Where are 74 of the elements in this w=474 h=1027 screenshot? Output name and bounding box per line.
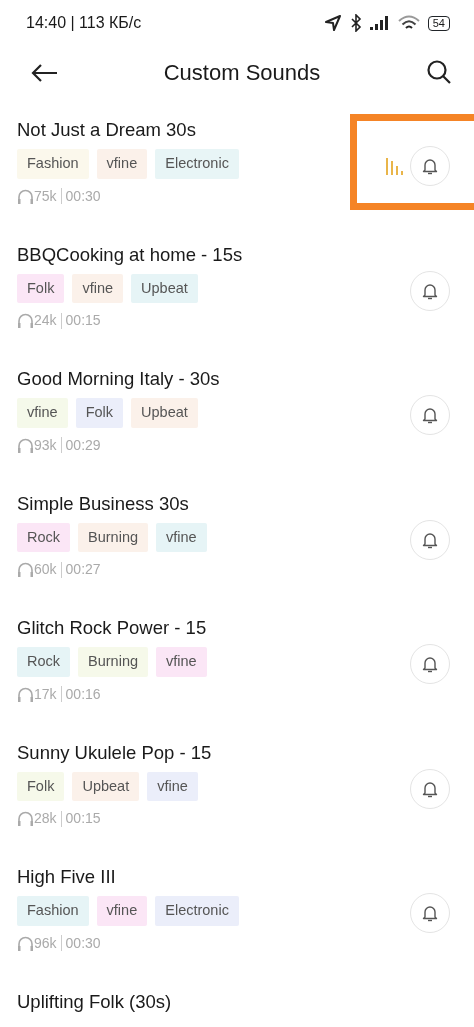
- tag-label: vfine: [72, 273, 124, 304]
- ringtone-button[interactable]: [410, 519, 450, 560]
- sound-title[interactable]: Good Morning Italy - 30s: [17, 367, 410, 391]
- wifi-icon: [397, 15, 420, 31]
- back-icon: [30, 62, 58, 83]
- bell-icon: [422, 406, 438, 424]
- tag-label: Rock: [17, 647, 71, 677]
- bluetooth-icon: [349, 14, 362, 32]
- tag-label: vfine: [17, 398, 68, 428]
- tag-label: Upbeat: [131, 398, 198, 428]
- ringtone-button[interactable]: [410, 644, 450, 684]
- tag-label: Upbeat: [72, 771, 140, 802]
- headphones-icon: [17, 811, 34, 827]
- ringtone-button[interactable]: [410, 768, 450, 809]
- duration: 00:15: [65, 809, 101, 829]
- sound-title[interactable]: Sunny Ukulele Pop - 15: [17, 740, 410, 765]
- sound-title[interactable]: Not Just a Dream 30s: [17, 118, 386, 142]
- tag-label: Fashion: [17, 896, 89, 926]
- bell-icon: [422, 779, 438, 798]
- sound-title[interactable]: Simple Business 30s: [17, 491, 410, 516]
- ringtone-button[interactable]: [410, 146, 450, 186]
- tag-label: Upbeat: [131, 273, 198, 304]
- headphones-icon: [17, 562, 34, 578]
- tag-label: Folk: [17, 273, 65, 304]
- duration: 00:30: [65, 933, 101, 953]
- ringtone-button[interactable]: [410, 395, 450, 435]
- sound-title[interactable]: High Five III: [17, 865, 410, 889]
- play-count: 75k: [34, 186, 57, 206]
- signal-icon: [369, 16, 390, 30]
- tag-label: Folk: [75, 398, 124, 428]
- tag-label: Folk: [17, 771, 65, 802]
- ringtone-button[interactable]: [410, 270, 450, 311]
- tag-label: vfine: [96, 896, 148, 926]
- duration: 00:29: [65, 435, 101, 455]
- headphones-icon: [17, 313, 34, 329]
- search-button[interactable]: [426, 59, 452, 85]
- search-icon: [426, 59, 452, 85]
- tag-label: vfine: [156, 522, 207, 553]
- bell-icon: [422, 904, 438, 922]
- screen-title: Custom Sounds: [163, 58, 321, 87]
- location-icon: [323, 14, 342, 32]
- tag-label: Burning: [78, 522, 149, 553]
- tag-label: Fashion: [17, 149, 89, 179]
- duration: 00:16: [65, 684, 101, 704]
- bell-icon: [422, 655, 438, 673]
- play-count: 17k: [34, 684, 57, 704]
- tag-label: vfine: [96, 149, 148, 179]
- duration: 00:27: [65, 560, 101, 580]
- sound-title[interactable]: Glitch Rock Power - 15: [17, 616, 410, 640]
- tag-label: Burning: [78, 647, 149, 677]
- headphones-icon: [17, 935, 34, 951]
- sound-title[interactable]: BBQCooking at home - 15s: [17, 242, 410, 267]
- duration: 00:30: [65, 186, 101, 206]
- tag-label: Rock: [17, 522, 71, 553]
- ringtone-button[interactable]: [410, 893, 450, 933]
- duration: 00:15: [65, 311, 101, 331]
- tag-label: vfine: [156, 647, 207, 677]
- battery-indicator: 54: [427, 15, 450, 31]
- tag-label: Electronic: [155, 149, 239, 179]
- status-time: 14:40 | 113 КБ/с: [26, 13, 142, 33]
- play-count: 28k: [34, 809, 57, 829]
- tag-label: vfine: [147, 771, 198, 802]
- play-count: 60k: [34, 560, 57, 580]
- tag-label: Electronic: [155, 896, 239, 926]
- bell-icon: [422, 157, 438, 175]
- bell-icon: [422, 281, 438, 300]
- headphones-icon: [17, 188, 34, 204]
- headphones-icon: [17, 686, 34, 702]
- bell-icon: [422, 530, 438, 549]
- play-count: 96k: [34, 933, 57, 953]
- play-count: 93k: [34, 435, 57, 455]
- sound-title[interactable]: Uplifting Folk (30s): [17, 989, 474, 1014]
- headphones-icon: [17, 437, 34, 453]
- play-count: 24k: [34, 311, 57, 331]
